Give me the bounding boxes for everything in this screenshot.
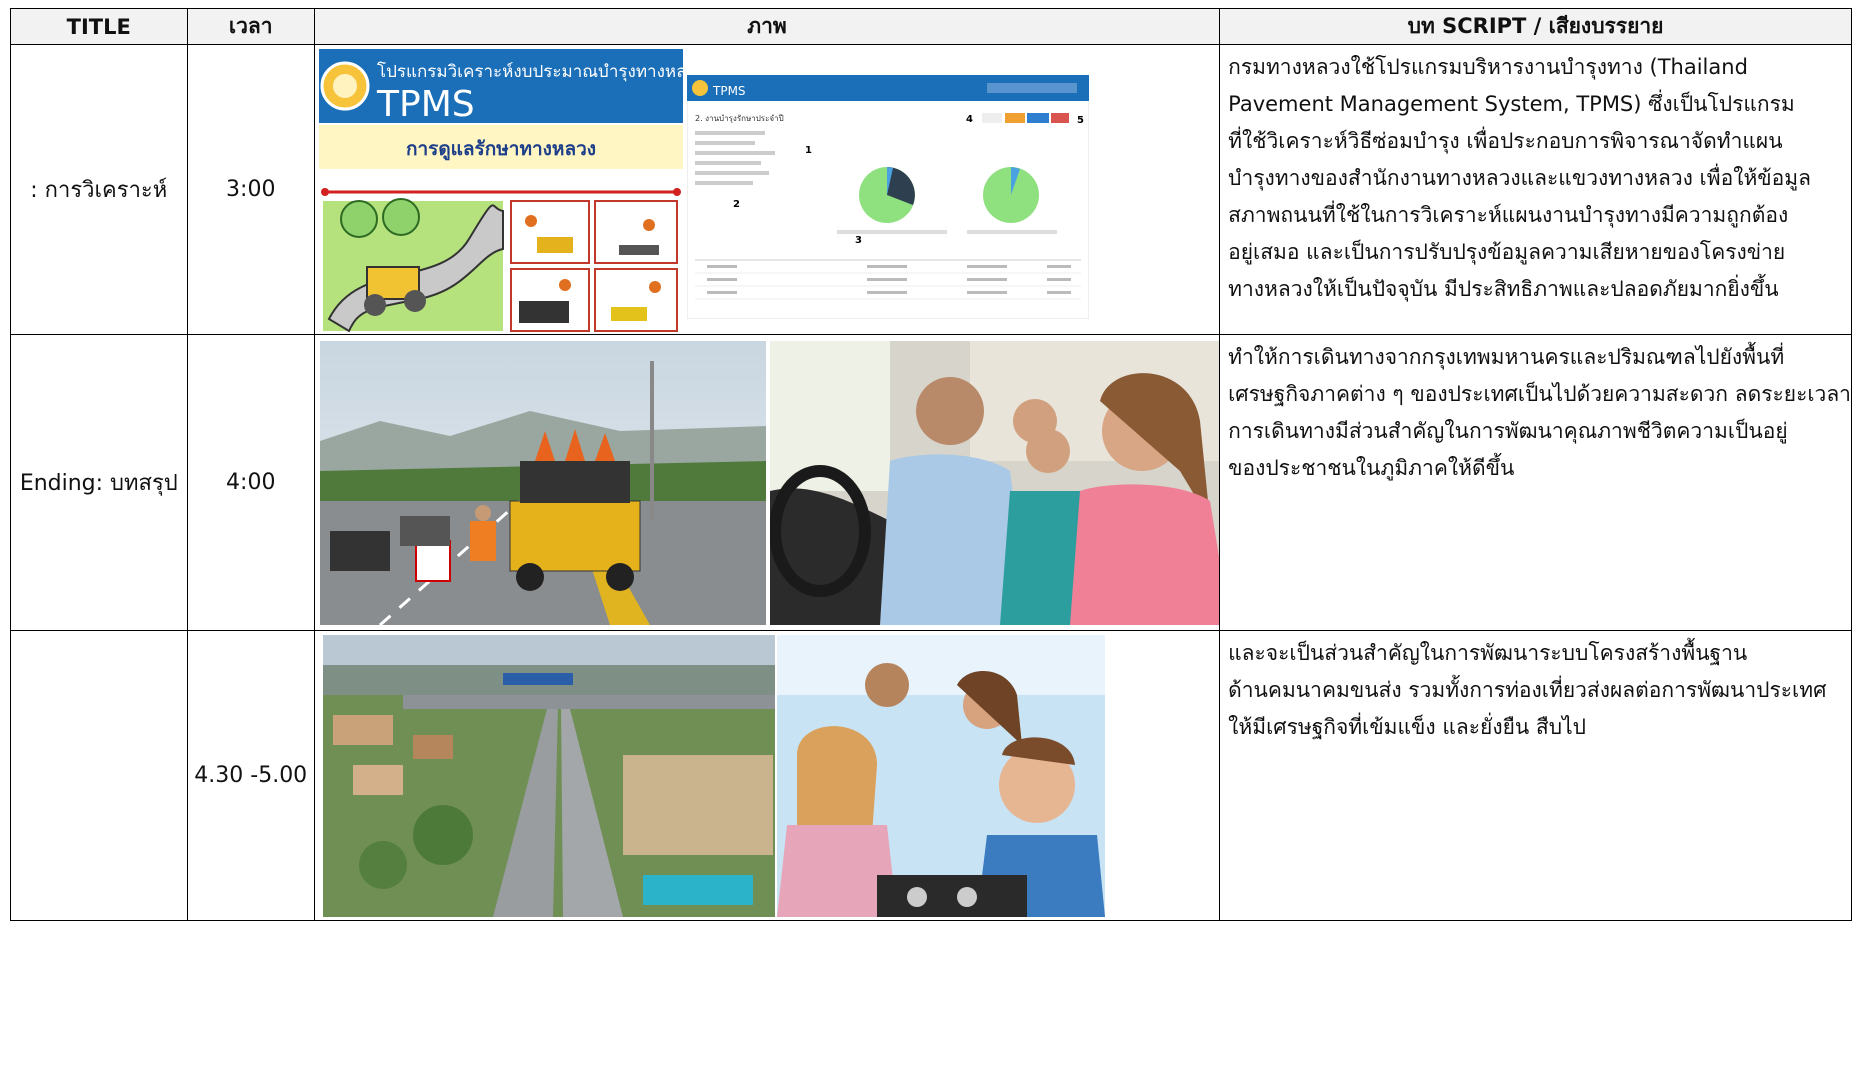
- row-script: กรมทางหลวงใช้โปรแกรมบริหารงานบำรุงทาง (T…: [1219, 44, 1852, 335]
- script-line: สภาพถนนที่ใช้ในการวิเคราะห์แผนงานบำรุงทา…: [1228, 203, 1789, 227]
- tpms-poster-image: โปรแกรมวิเคราะห์งบประมาณบำรุงทางหลวง TPM…: [318, 49, 683, 333]
- script-line: ด้านคมนาคมขนส่ง รวมทั้งการท่องเที่ยวส่งผ…: [1228, 678, 1827, 702]
- table-row: : การวิเคราะห์ 3:00 โปรแกรมวิเคราะห์งบปร…: [10, 44, 1852, 335]
- script-line: กรมทางหลวงใช้โปรแกรมบริหารงานบำรุงทาง (T…: [1228, 55, 1748, 79]
- script-line: ทางหลวงให้เป็นปัจจุบัน มีประสิทธิภาพและป…: [1228, 277, 1779, 301]
- script-line: ทำให้การเดินทางจากกรุงเทพมหานครและปริมณฑ…: [1228, 345, 1785, 369]
- row-title: [10, 630, 188, 921]
- storyboard-table: TITLE เวลา ภาพ บท SCRIPT / เสียงบรรยาย :…: [10, 8, 1852, 921]
- script-line: ให้มีเศรษฐกิจที่เข้มแข็ง และยั่งยืน สืบไ…: [1228, 715, 1586, 739]
- marker-5: 5: [1077, 115, 1084, 126]
- header-image: ภาพ: [313, 8, 1221, 45]
- header-row: TITLE เวลา ภาพ บท SCRIPT / เสียงบรรยาย: [10, 8, 1852, 45]
- script-line: การเดินทางมีส่วนสำคัญในการพัฒนาคุณภาพชีว…: [1228, 419, 1788, 443]
- row-script: และจะเป็นส่วนสำคัญในการพัฒนาระบบโครงสร้า…: [1219, 630, 1852, 921]
- marker-4: 4: [966, 114, 973, 125]
- table-row: 4.30 -5.00 และจะเป็นส่วนสำคัญในการพัฒนาร…: [10, 630, 1852, 921]
- tpms-program-title: โปรแกรมวิเคราะห์งบประมาณบำรุงทางหลวง: [377, 61, 683, 82]
- header-time: เวลา: [186, 8, 315, 45]
- row-images: [313, 630, 1221, 921]
- script-line: Pavement Management System, TPMS) ซึ่งเป…: [1228, 92, 1795, 116]
- marker-2: 2: [733, 199, 740, 210]
- script-line: และจะเป็นส่วนสำคัญในการพัฒนาระบบโครงสร้า…: [1228, 641, 1748, 665]
- script-line: อยู่เสมอ และเป็นการปรับปรุงข้อมูลความเสี…: [1228, 240, 1786, 264]
- tpms-logo-text: TPMS: [376, 84, 475, 125]
- road-work-photo: [319, 341, 766, 625]
- header-script: บท SCRIPT / เสียงบรรยาย: [1219, 8, 1852, 45]
- row-time: 4:00: [186, 334, 315, 631]
- script-line: ของประชาชนในภูมิภาคให้ดีขึ้น: [1228, 456, 1515, 480]
- row-time: 4.30 -5.00: [186, 630, 315, 921]
- row-images: [313, 334, 1221, 631]
- tpms-banner: การดูแลรักษาทางหลวง: [406, 138, 596, 161]
- row-images: โปรแกรมวิเคราะห์งบประมาณบำรุงทางหลวง TPM…: [313, 44, 1221, 335]
- aerial-highway-photo: [322, 635, 775, 917]
- tpms-screenshot-image: TPMS 2. งานบำรุงรักษาประจำปี 4 5 1 2 3: [686, 75, 1089, 319]
- marker-3: 3: [855, 235, 862, 246]
- header-title: TITLE: [10, 8, 188, 45]
- row-time: 3:00: [186, 44, 315, 335]
- kids-car-photo: [776, 635, 1105, 917]
- table-row: Ending: บทสรุป 4:00 ทำให้การเดินทางจากกร…: [10, 334, 1852, 631]
- tpms-screen-section: 2. งานบำรุงรักษาประจำปี: [695, 114, 784, 123]
- row-title: Ending: บทสรุป: [10, 334, 188, 631]
- marker-1: 1: [805, 145, 812, 156]
- row-script: ทำให้การเดินทางจากกรุงเทพมหานครและปริมณฑ…: [1219, 334, 1852, 631]
- script-line: เศรษฐกิจภาคต่าง ๆ ของประเทศเป็นไปด้วยควา…: [1228, 382, 1851, 406]
- script-line: บำรุงทางของสำนักงานทางหลวงและแขวงทางหลวง…: [1228, 166, 1811, 190]
- row-title: : การวิเคราะห์: [10, 44, 188, 335]
- tpms-screen-header: TPMS: [712, 84, 746, 98]
- family-car-photo: [769, 341, 1219, 625]
- script-line: ที่ใช้วิเคราะห์วิธีซ่อมบำรุง เพื่อประกอบ…: [1228, 129, 1783, 153]
